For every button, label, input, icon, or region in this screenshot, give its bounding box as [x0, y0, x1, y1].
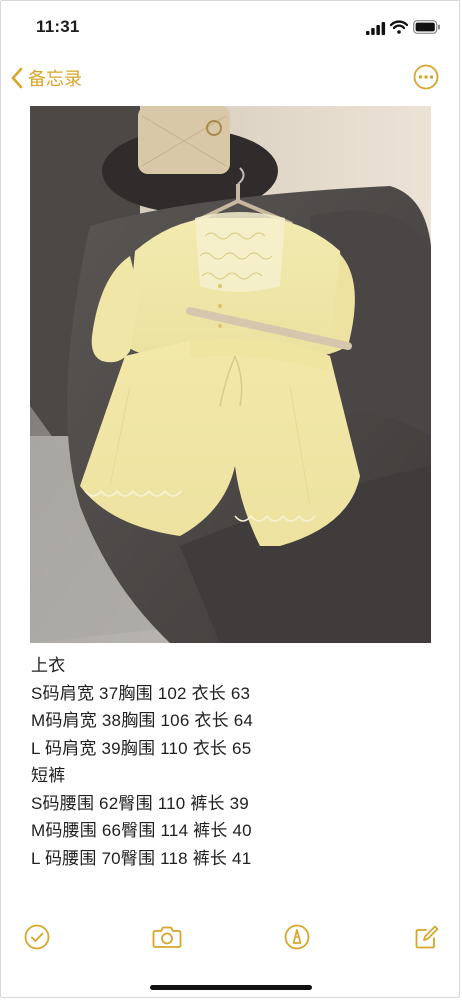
- wifi-icon: [390, 20, 408, 34]
- back-label: 备忘录: [28, 69, 82, 89]
- note-line: L 码肩宽 39胸围 110 衣长 65: [31, 738, 252, 758]
- checklist-icon[interactable]: [24, 924, 50, 950]
- navigation-bar: 备忘录: [0, 58, 462, 98]
- note-line: S码腰围 62臀围 110 裤长 39: [31, 793, 249, 813]
- chevron-left-icon: [11, 67, 23, 89]
- note-line: 短裤: [31, 766, 66, 785]
- note-line: M码腰围 66臀围 114 裤长 40: [31, 821, 252, 840]
- markup-pen-icon[interactable]: [284, 924, 310, 950]
- note-line: S码肩宽 37胸围 102 衣长 63: [31, 683, 251, 703]
- photo-illustration: [30, 106, 431, 643]
- bottom-toolbar: [0, 920, 462, 960]
- cellular-signal-icon: [366, 22, 386, 35]
- note-line: M码肩宽 38胸围 106 衣长 64: [31, 711, 254, 730]
- ellipsis-circle-icon[interactable]: [413, 64, 439, 90]
- camera-icon[interactable]: [152, 924, 182, 950]
- compose-icon[interactable]: [414, 924, 440, 950]
- status-time: 11:31: [36, 17, 80, 36]
- note-line: L 码腰围 70臀围 118 裤长 41: [31, 848, 252, 868]
- home-indicator[interactable]: [150, 985, 312, 990]
- clothing-photo[interactable]: [30, 106, 431, 643]
- status-bar: 11:31: [0, 0, 462, 52]
- back-button[interactable]: 备忘录: [10, 62, 82, 94]
- note-body[interactable]: 上衣 S码肩宽 37胸围 102 衣长 63 M码肩宽 38胸围 106 衣长 …: [31, 652, 431, 872]
- note-line: 上衣: [31, 656, 66, 675]
- battery-icon: [413, 20, 440, 34]
